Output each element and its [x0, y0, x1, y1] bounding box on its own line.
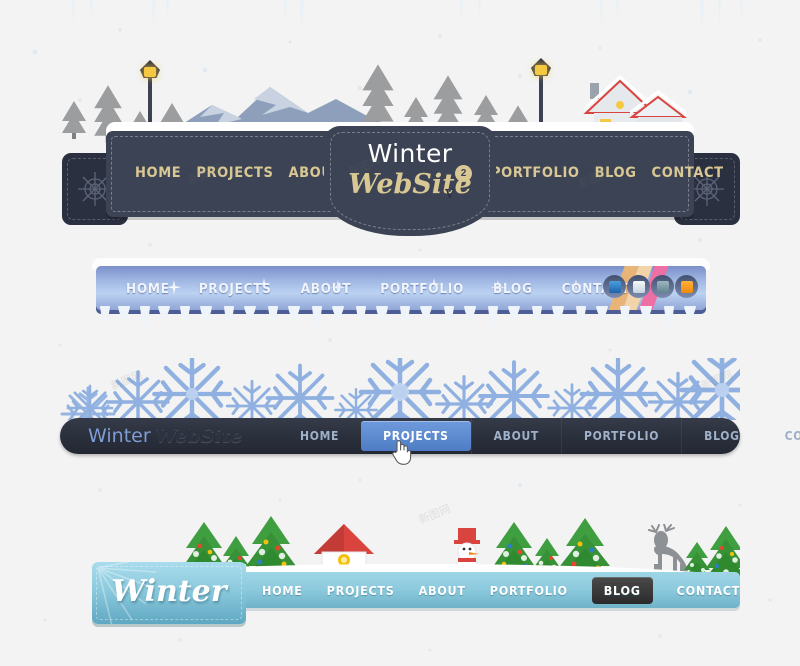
- nav4-item-portfolio[interactable]: PORTFOLIO: [490, 583, 568, 598]
- nav2-menu: HOME PROJECTS ABOUT PORTFOLIO BLOG CONTA…: [126, 281, 630, 297]
- nav1-dark-plaque: HOME PROJECTS ABOUT PORTFOLIO BLOG CONTA…: [0, 0, 800, 245]
- nav2-button-blue[interactable]: [603, 275, 626, 298]
- nav1-item-blog[interactable]: BLOG: [595, 165, 637, 181]
- sunburst-decor: [97, 562, 157, 624]
- nav1-item-portfolio[interactable]: PORTFOLIO: [491, 165, 580, 181]
- nav2-item-blog[interactable]: BLOG: [493, 281, 533, 297]
- nav3-brand[interactable]: Winter WebSite: [88, 425, 243, 448]
- nav4-menu: HOME PROJECTS ABOUT PORTFOLIO BLOG CONTA…: [262, 572, 740, 608]
- nav4-item-contact[interactable]: CONTACT: [677, 583, 740, 598]
- nav3-item-contact[interactable]: CONTACT: [761, 418, 800, 454]
- nav3-item-blog[interactable]: BLOG: [681, 418, 762, 454]
- nav2-button-teal[interactable]: [651, 275, 674, 298]
- nav3-item-projects[interactable]: PROJECTS: [361, 421, 471, 451]
- nav1-menu-right: PORTFOLIO BLOG CONTACT: [491, 165, 724, 181]
- nav1-brand-badge[interactable]: Winter WebSite v 2: [324, 126, 496, 236]
- nav3-menu: HOME PROJECTS ABOUT PORTFOLIO BLOG CONTA…: [278, 418, 800, 454]
- nav1-item-projects[interactable]: PROJECTS: [196, 165, 273, 181]
- nav4-item-about[interactable]: ABOUT: [419, 583, 466, 598]
- nav4-light-blue-christmas: HOME PROJECTS ABOUT PORTFOLIO BLOG CONTA…: [92, 500, 740, 645]
- nav3-brand-second: WebSite: [155, 425, 243, 447]
- nav3-item-home[interactable]: HOME: [278, 418, 361, 454]
- nav4-badge-label: Winter: [111, 574, 227, 609]
- pine-tree-icon: [62, 101, 86, 145]
- nav1-brand-v: v: [445, 183, 455, 203]
- nav1-item-contact[interactable]: CONTACT: [652, 165, 724, 181]
- nav2-blue-gradient: HOME PROJECTS ABOUT PORTFOLIO BLOG CONTA…: [92, 258, 710, 328]
- nav3-brand-first: Winter: [88, 425, 151, 447]
- nav3-item-about[interactable]: ABOUT: [470, 418, 561, 454]
- nav4-item-blog[interactable]: BLOG: [591, 576, 653, 604]
- nav2-round-button-group: [603, 275, 698, 298]
- nav1-item-home[interactable]: HOME: [135, 165, 181, 181]
- nav1-brand-top: Winter: [367, 139, 453, 168]
- nav2-button-orange[interactable]: [675, 275, 698, 298]
- nav1-menu-left: HOME PROJECTS ABOUT: [135, 165, 342, 181]
- nav2-item-about[interactable]: ABOUT: [301, 281, 352, 297]
- nav4-item-projects[interactable]: PROJECTS: [327, 583, 395, 598]
- pointing-hand-cursor-icon: [392, 440, 412, 465]
- nav2-item-portfolio[interactable]: PORTFOLIO: [380, 281, 464, 297]
- nav1-brand-bottom: WebSite: [348, 169, 472, 200]
- nav2-icicles-bottom: [100, 306, 696, 326]
- nav2-item-home[interactable]: HOME: [126, 281, 170, 297]
- nav4-item-home[interactable]: HOME: [262, 583, 303, 598]
- nav4-winter-badge[interactable]: Winter: [92, 562, 246, 624]
- nav1-brand-superscript: 2: [455, 165, 472, 182]
- nav2-item-projects[interactable]: PROJECTS: [199, 281, 272, 297]
- nav3-item-portfolio[interactable]: PORTFOLIO: [561, 418, 681, 454]
- nav3-snowflake-band: Winter WebSite HOME PROJECTS ABOUT PORTFO…: [60, 358, 800, 478]
- snowflake-band-decor: [60, 358, 740, 420]
- nav2-button-white[interactable]: [627, 275, 650, 298]
